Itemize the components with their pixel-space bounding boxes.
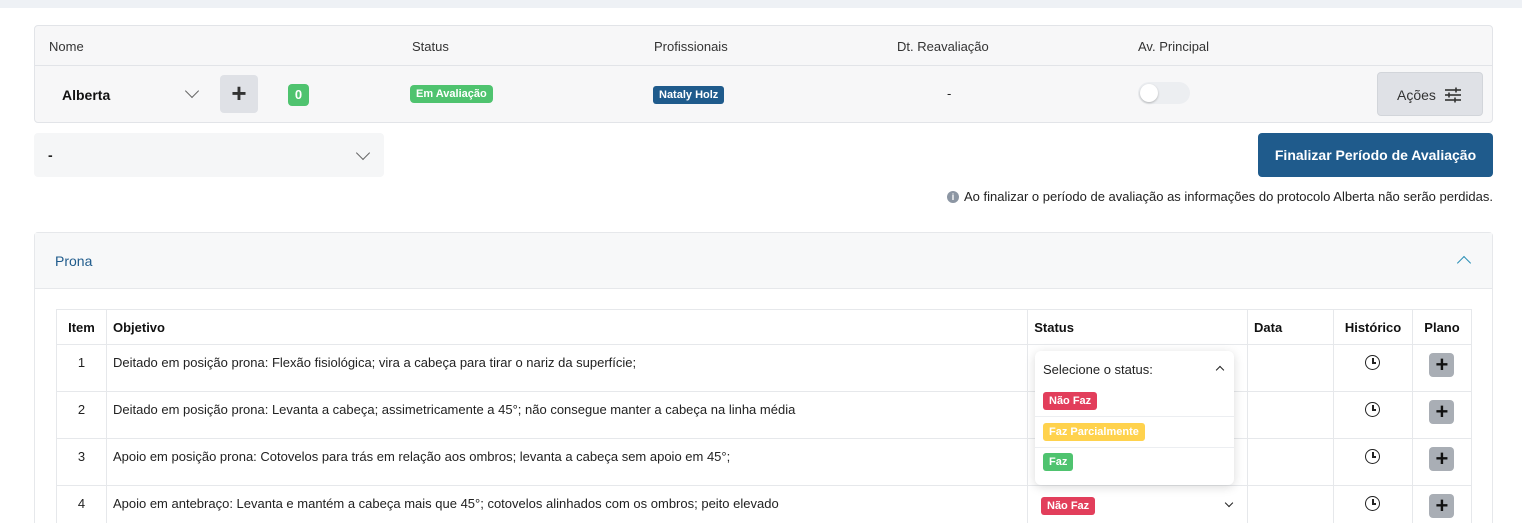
option-divider bbox=[1035, 447, 1234, 448]
header-status: Status bbox=[412, 39, 449, 54]
header-reevaluation-date: Dt. Reavaliação bbox=[897, 39, 989, 54]
add-plan-button[interactable]: + bbox=[1429, 353, 1455, 377]
row-objective: Apoio em posição prona: Cotovelos para t… bbox=[105, 438, 1029, 486]
history-clock-icon[interactable] bbox=[1365, 402, 1381, 417]
period-select[interactable]: - bbox=[34, 133, 384, 177]
history-clock-icon[interactable] bbox=[1365, 355, 1381, 370]
professional-badge: Nataly Holz bbox=[653, 86, 725, 104]
row-date bbox=[1247, 344, 1334, 392]
chevron-down-icon bbox=[355, 145, 371, 161]
add-protocol-button[interactable]: + bbox=[220, 75, 258, 113]
chevron-up-icon[interactable] bbox=[1456, 255, 1472, 271]
status-badge: Em Avaliação bbox=[410, 85, 493, 103]
top-strip bbox=[0, 0, 1522, 8]
row-history bbox=[1333, 344, 1413, 392]
row-history bbox=[1333, 485, 1413, 523]
add-plan-button[interactable]: + bbox=[1429, 494, 1455, 518]
header-name: Nome bbox=[49, 39, 84, 54]
status-option-nao-faz[interactable]: Não Faz bbox=[1043, 392, 1098, 410]
table-row: 1 Deitado em posição prona: Flexão fisio… bbox=[56, 344, 1473, 392]
section-title: Prona bbox=[55, 253, 93, 269]
finalize-period-button[interactable]: Finalizar Período de Avaliação bbox=[1258, 133, 1493, 177]
table-header-row: Item Objetivo Status Data Histórico Plan… bbox=[56, 309, 1473, 345]
info-text: Ao finalizar o período de avaliação as i… bbox=[964, 189, 1493, 204]
row4-status-select[interactable]: Não Faz bbox=[1037, 492, 1243, 520]
summary-header: Nome Status Profissionais Dt. Reavaliaçã… bbox=[35, 26, 1492, 66]
period-selected-value: - bbox=[48, 147, 53, 163]
chevron-up-icon[interactable] bbox=[1215, 365, 1225, 375]
row-history bbox=[1333, 391, 1413, 439]
row-date bbox=[1247, 391, 1334, 439]
col-objective: Objetivo bbox=[105, 309, 1029, 345]
row-history bbox=[1333, 438, 1413, 486]
add-plan-button[interactable]: + bbox=[1429, 400, 1455, 424]
row-date bbox=[1247, 485, 1334, 523]
actions-label: Ações bbox=[1397, 87, 1436, 103]
col-status: Status bbox=[1027, 309, 1249, 345]
accordion-header[interactable]: Prona bbox=[35, 233, 1492, 289]
row-plan: + bbox=[1411, 485, 1473, 523]
row-plan: + bbox=[1411, 438, 1473, 486]
row-date bbox=[1247, 438, 1334, 486]
section-accordion: Prona Item Objetivo Status Data Históric… bbox=[34, 232, 1493, 523]
status-option-faz[interactable]: Faz bbox=[1043, 453, 1074, 471]
header-professionals: Profissionais bbox=[654, 39, 728, 54]
table-row: 3 Apoio em posição prona: Cotovelos para… bbox=[56, 438, 1473, 486]
info-message: i Ao finalizar o período de avaliação as … bbox=[946, 189, 1493, 204]
summary-row: Alberta + 0 Em Avaliação Nataly Holz - A… bbox=[35, 66, 1492, 124]
info-icon: i bbox=[947, 191, 959, 203]
items-table: Item Objetivo Status Data Histórico Plan… bbox=[56, 309, 1473, 523]
col-plan: Plano bbox=[1411, 309, 1473, 345]
col-item: Item bbox=[56, 309, 107, 345]
history-clock-icon[interactable] bbox=[1365, 449, 1381, 464]
status-dropdown-placeholder: Selecione o status: bbox=[1043, 362, 1153, 377]
main-evaluation-toggle[interactable] bbox=[1138, 82, 1190, 104]
status-option-faz-parcialmente[interactable]: Faz Parcialmente bbox=[1043, 423, 1145, 441]
table-row: 4 Apoio em antebraço: Levanta e mantém a… bbox=[56, 485, 1473, 523]
row-item: 3 bbox=[56, 438, 107, 486]
table-row: 2 Deitado em posição prona: Levanta a ca… bbox=[56, 391, 1473, 439]
row-objective: Apoio em antebraço: Levanta e mantém a c… bbox=[105, 485, 1029, 523]
header-main-evaluation: Av. Principal bbox=[1138, 39, 1210, 54]
status-dropdown[interactable]: Selecione o status: Não Faz Faz Parcialm… bbox=[1035, 351, 1234, 485]
add-plan-button[interactable]: + bbox=[1429, 447, 1455, 471]
row-objective: Deitado em posição prona: Levanta a cabe… bbox=[105, 391, 1029, 439]
count-badge: 0 bbox=[288, 84, 309, 106]
col-date: Data bbox=[1247, 309, 1334, 345]
toggle-knob bbox=[1140, 84, 1158, 102]
protocol-summary-card: Nome Status Profissionais Dt. Reavaliaçã… bbox=[34, 25, 1493, 123]
col-history: Histórico bbox=[1333, 309, 1413, 345]
protocol-name: Alberta bbox=[62, 87, 111, 103]
row-item: 1 bbox=[56, 344, 107, 392]
row-item: 4 bbox=[56, 485, 107, 523]
actions-button[interactable]: Ações bbox=[1377, 72, 1483, 116]
row4-status-pill: Não Faz bbox=[1041, 497, 1096, 515]
row-plan: + bbox=[1411, 344, 1473, 392]
chevron-down-icon bbox=[1224, 498, 1234, 508]
option-divider bbox=[1035, 416, 1234, 417]
row-plan: + bbox=[1411, 391, 1473, 439]
protocol-select-chevron-down-icon[interactable] bbox=[184, 83, 200, 99]
row-objective: Deitado em posição prona: Flexão fisioló… bbox=[105, 344, 1029, 392]
reevaluation-date-value: - bbox=[947, 86, 952, 101]
sliders-icon bbox=[1445, 87, 1461, 103]
row-item: 2 bbox=[56, 391, 107, 439]
history-clock-icon[interactable] bbox=[1365, 496, 1381, 511]
